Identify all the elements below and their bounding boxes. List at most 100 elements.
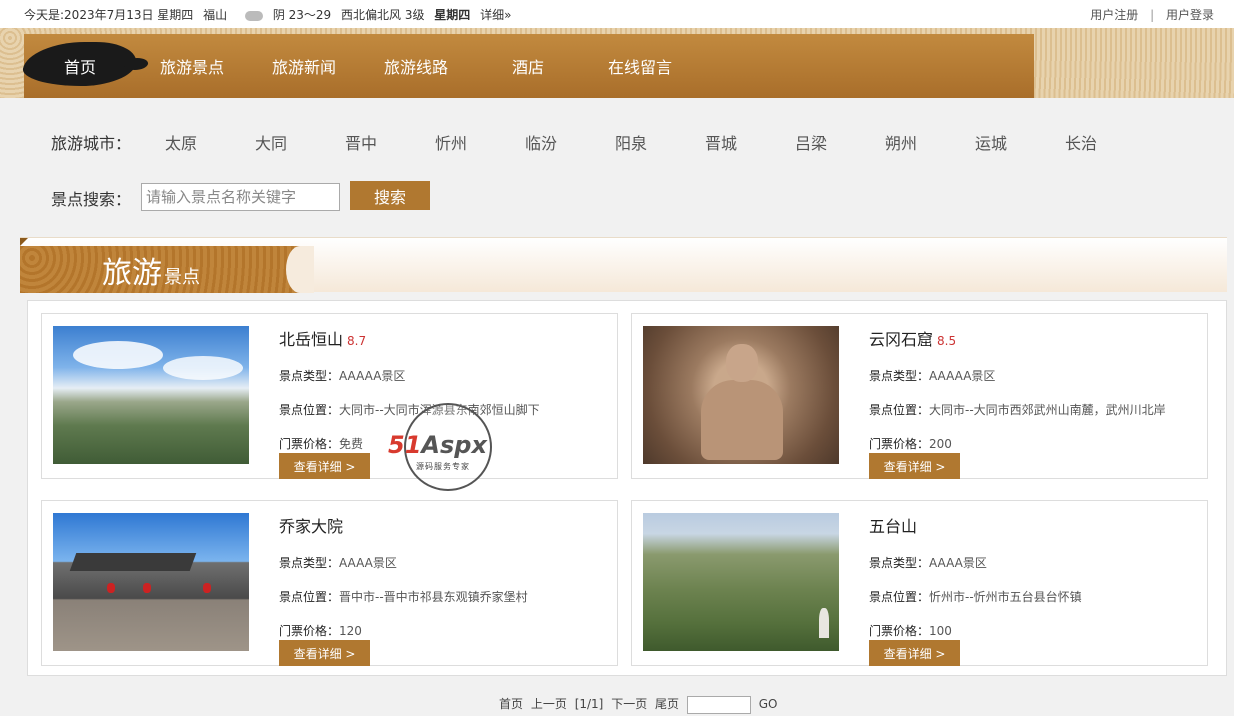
prev-page-link[interactable]: 上一页	[531, 697, 567, 711]
nav-messages[interactable]: 在线留言	[608, 54, 672, 78]
separator: |	[1150, 8, 1155, 22]
cloud-shape	[163, 356, 243, 380]
city-filter-label: 旅游城市：	[51, 134, 132, 153]
pagination: 首页 上一页 [1/1] 下一页 尾页 GO	[499, 695, 781, 714]
lantern-shape	[107, 583, 115, 593]
buddha-head-shape	[726, 344, 758, 382]
price-label: 门票价格：	[869, 624, 930, 638]
attraction-price: 100	[929, 624, 952, 638]
current-date: 今天是:2023年7月13日 星期四	[24, 8, 194, 22]
city-link[interactable]: 忻州	[435, 130, 467, 154]
section-title: 旅游 景点	[102, 248, 200, 292]
attractions-panel: 北岳恒山 8.7 景点类型：AAAAA景区 景点位置：大同市--大同市浑源县东南郊…	[27, 300, 1227, 676]
attraction-card: 乔家大院 景点类型：AAAA景区 景点位置：晋中市--晋中市祁县东观镇乔家堡村 …	[41, 500, 618, 666]
main-nav: 首页 旅游景点 旅游新闻 旅游线路 酒店 在线留言	[19, 34, 1034, 98]
city-link[interactable]: 大同	[255, 130, 287, 154]
view-detail-button[interactable]: 查看详细 >	[869, 453, 960, 479]
attraction-card: 五台山 景点类型：AAAA景区 景点位置：忻州市--忻州市五台县台怀镇 门票价格…	[631, 500, 1208, 666]
page-indicator: [1/1]	[574, 697, 604, 711]
first-page-link[interactable]: 首页	[499, 697, 523, 711]
location-label: 景点位置：	[869, 590, 930, 604]
weekday-text: 星期四	[434, 8, 471, 22]
attraction-type: AAAAA景区	[929, 369, 996, 383]
attraction-location: 忻州市--忻州市五台县台怀镇	[929, 590, 1082, 604]
section-header: 旅游 景点	[20, 237, 1227, 293]
nav-routes[interactable]: 旅游线路	[384, 54, 448, 78]
city-link[interactable]: 临汾	[525, 130, 557, 154]
attraction-type: AAAA景区	[339, 556, 397, 570]
location-label: 景点位置：	[279, 590, 340, 604]
lantern-shape	[203, 583, 211, 593]
section-title-sub: 景点	[164, 267, 200, 288]
watermark-brand-gray: Aspx	[421, 431, 487, 459]
watermark-brand: 51Aspx	[388, 431, 487, 459]
city-link[interactable]: 长治	[1065, 130, 1097, 154]
attraction-name[interactable]: 北岳恒山	[279, 330, 343, 349]
attraction-info: 五台山 景点类型：AAAA景区 景点位置：忻州市--忻州市五台县台怀镇 门票价格…	[869, 513, 1199, 639]
attraction-photo-yungang[interactable]	[643, 326, 839, 464]
next-page-link[interactable]: 下一页	[611, 697, 647, 711]
city-link[interactable]: 晋中	[345, 130, 377, 154]
attraction-name[interactable]: 云冈石窟	[869, 330, 933, 349]
attraction-type: AAAAA景区	[339, 369, 406, 383]
go-button[interactable]: GO	[759, 697, 778, 711]
watermark-slogan: 源码服务专家	[416, 462, 470, 471]
attraction-score: 8.7	[347, 334, 367, 348]
nav-hotels[interactable]: 酒店	[512, 54, 544, 78]
page-number-input[interactable]	[686, 695, 751, 714]
city-link[interactable]: 晋城	[705, 130, 737, 154]
city-link[interactable]: 吕梁	[795, 130, 827, 154]
nav-home[interactable]: 首页	[64, 54, 96, 78]
type-label: 景点类型：	[279, 369, 340, 383]
weather-detail-link[interactable]: 详细»	[480, 8, 511, 22]
view-detail-button[interactable]: 查看详细 >	[279, 453, 370, 479]
date-weather: 今天是:2023年7月13日 星期四 福山 阴 23～29 西北偏北风 3级 星…	[24, 6, 517, 23]
attraction-score: 8.5	[937, 334, 957, 348]
attraction-type: AAAA景区	[929, 556, 987, 570]
city-link[interactable]: 太原	[165, 130, 197, 154]
nav-news[interactable]: 旅游新闻	[272, 54, 336, 78]
nav-attractions[interactable]: 旅游景点	[160, 54, 224, 78]
attraction-location: 大同市--大同市西郊武州山南麓，武州川北岸	[929, 403, 1166, 417]
roof-shape	[69, 553, 197, 571]
watermark-brand-red: 51	[388, 431, 422, 459]
wind-text: 西北偏北风 3级	[341, 8, 425, 22]
buddha-body-shape	[701, 380, 783, 460]
attraction-card: 北岳恒山 8.7 景点类型：AAAAA景区 景点位置：大同市--大同市浑源县东南郊…	[41, 313, 618, 479]
attraction-price: 200	[929, 437, 952, 451]
cloudy-icon	[244, 10, 263, 21]
search-input[interactable]	[141, 183, 340, 211]
attraction-price: 120	[339, 624, 362, 638]
attraction-photo-wutai[interactable]	[643, 513, 839, 651]
price-label: 门票价格：	[869, 437, 930, 451]
price-label: 门票价格：	[279, 437, 340, 451]
attraction-info: 云冈石窟 8.5 景点类型：AAAAA景区 景点位置：大同市--大同市西郊武州山南…	[869, 326, 1199, 452]
pagoda-shape	[819, 608, 829, 638]
city-link[interactable]: 阳泉	[615, 130, 647, 154]
attraction-photo-hengshan[interactable]	[53, 326, 249, 464]
search-button[interactable]: 搜索	[350, 181, 430, 210]
city-link[interactable]: 朔州	[885, 130, 917, 154]
attraction-photo-qiaojia[interactable]	[53, 513, 249, 651]
attraction-location: 晋中市--晋中市祁县东观镇乔家堡村	[339, 590, 528, 604]
lantern-shape	[143, 583, 151, 593]
view-detail-button[interactable]: 查看详细 >	[279, 640, 370, 666]
weather-city: 福山	[203, 8, 228, 22]
type-label: 景点类型：	[869, 369, 930, 383]
section-title-main: 旅游	[102, 256, 162, 291]
last-page-link[interactable]: 尾页	[655, 697, 679, 711]
attraction-name[interactable]: 五台山	[869, 517, 917, 536]
attraction-name[interactable]: 乔家大院	[279, 517, 343, 536]
weather-text: 阴 23～29	[272, 8, 332, 22]
top-info-bar: 今天是:2023年7月13日 星期四 福山 阴 23～29 西北偏北风 3级 星…	[0, 0, 1234, 28]
view-detail-button[interactable]: 查看详细 >	[869, 640, 960, 666]
login-link[interactable]: 用户登录	[1166, 8, 1214, 22]
attraction-price: 免费	[339, 437, 364, 451]
city-link[interactable]: 运城	[975, 130, 1007, 154]
location-label: 景点位置：	[279, 403, 340, 417]
account-links: 用户注册 | 用户登录	[1090, 6, 1214, 23]
cloud-shape	[73, 341, 163, 369]
register-link[interactable]: 用户注册	[1090, 8, 1138, 22]
attraction-info: 乔家大院 景点类型：AAAA景区 景点位置：晋中市--晋中市祁县东观镇乔家堡村 …	[279, 513, 609, 639]
attraction-card: 云冈石窟 8.5 景点类型：AAAAA景区 景点位置：大同市--大同市西郊武州山南…	[631, 313, 1208, 479]
